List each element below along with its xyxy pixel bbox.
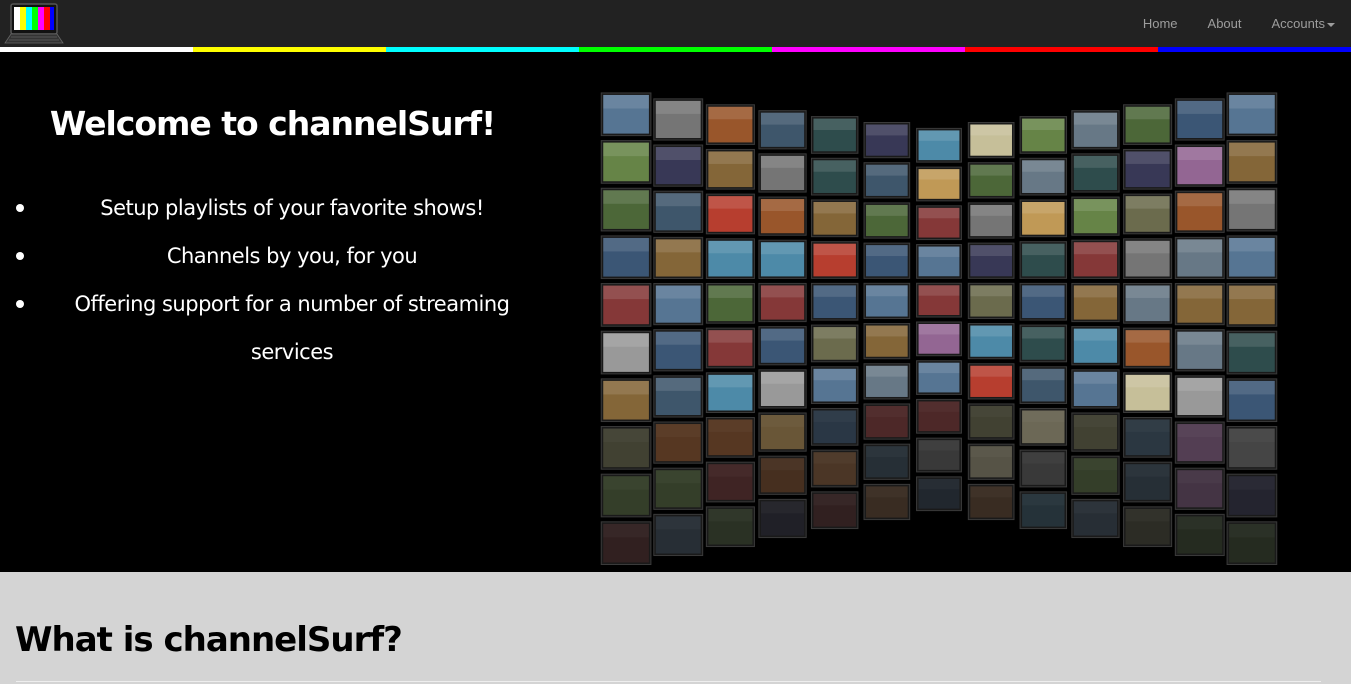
nav-accounts-dropdown[interactable]: Accounts [1257, 0, 1351, 47]
feature-text: Offering support for a number of streami… [74, 292, 510, 364]
divider [16, 681, 1321, 682]
hero-section: Welcome to channelSurf! Setup playlists … [0, 52, 1351, 572]
nav-accounts-label: Accounts [1271, 16, 1325, 31]
navbar: Home About Accounts [0, 0, 1351, 47]
feature-text: Setup playlists of your favorite shows! [100, 196, 484, 220]
bullet-icon [16, 252, 24, 260]
caret-down-icon [1327, 22, 1335, 27]
nav-links: Home About Accounts [1128, 0, 1351, 47]
feature-list: Setup playlists of your favorite shows! … [0, 184, 584, 376]
feature-item: Channels by you, for you [0, 232, 584, 280]
feature-item: Setup playlists of your favorite shows! [0, 184, 584, 232]
info-section: What is channelSurf? [0, 572, 1351, 684]
feature-text: Channels by you, for you [166, 244, 418, 268]
bullet-icon [16, 300, 24, 308]
nav-home-link[interactable]: Home [1128, 0, 1193, 47]
feature-item: Offering support for a number of streami… [0, 280, 584, 376]
bullet-icon [16, 204, 24, 212]
hero-title: Welcome to channelSurf! [49, 104, 496, 143]
nav-about-link[interactable]: About [1193, 0, 1257, 47]
hero-text: Welcome to channelSurf! Setup playlists … [0, 52, 584, 572]
tv-color-bars-icon[interactable] [3, 3, 65, 44]
info-heading: What is channelSurf? [15, 620, 403, 660]
tv-wall-image [600, 88, 1278, 572]
